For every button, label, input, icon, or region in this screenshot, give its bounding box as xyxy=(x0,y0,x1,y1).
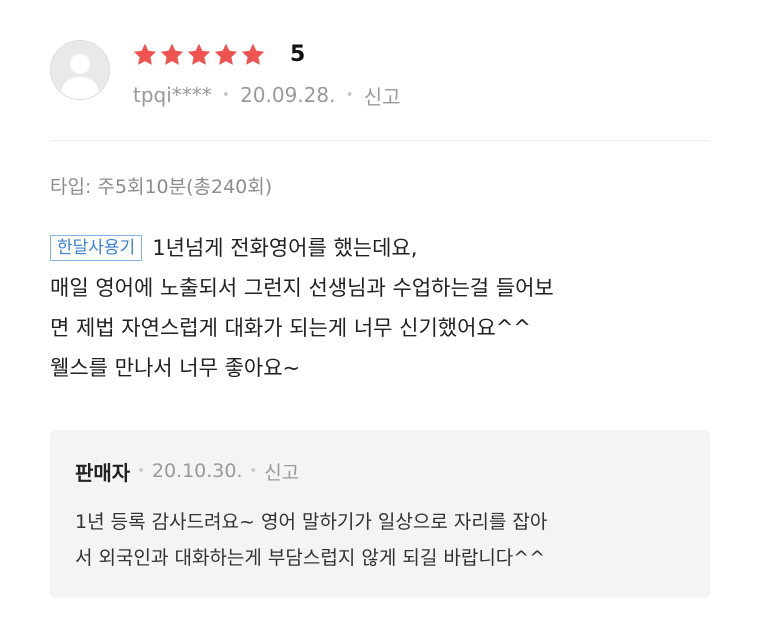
subscription-type: 타입: 주5회10분(총240회) xyxy=(50,176,273,198)
review-line: 면 제법 자연스럽게 대화가 되는게 너무 신기했어요^^ xyxy=(50,316,531,340)
review-line: 한달사용기 1년넘게 전화영어를 했는데요, xyxy=(50,228,730,268)
seller-name: 판매자 xyxy=(75,460,131,485)
star-rating xyxy=(132,38,267,72)
seller-reply-date: 20.10.30. xyxy=(151,460,243,482)
dot-icon: • xyxy=(345,87,354,103)
reviewer-id: tpqi**** xyxy=(133,83,212,107)
review-date: 20.09.28. xyxy=(240,83,336,107)
star-icon xyxy=(214,43,238,65)
reply-line: 서 외국인과 대화하는게 부담스럽지 않게 되길 바랍니다^^ xyxy=(75,547,546,569)
user-silhouette-icon xyxy=(51,41,109,99)
star-icon xyxy=(160,43,184,65)
star-icon xyxy=(241,43,265,65)
review-tag: 한달사용기 xyxy=(50,235,143,261)
seller-reply: 판매자 • 20.10.30. • 신고 1년 등록 감사드려요~ 영어 말하기… xyxy=(50,430,710,598)
seller-reply-body: 1년 등록 감사드려요~ 영어 말하기가 일상으로 자리를 잡아 서 외국인과 … xyxy=(75,504,695,576)
divider xyxy=(50,140,710,141)
review-body: 한달사용기 1년넘게 전화영어를 했는데요, 매일 영어에 노출되서 그런지 선생… xyxy=(50,228,730,388)
review-card: 5 tpqi**** • 20.09.28. • 신고 타입: 주5회10분(총… xyxy=(0,0,758,626)
avatar xyxy=(50,40,110,100)
rating-score: 5 xyxy=(290,42,306,67)
star-icon xyxy=(187,43,211,65)
report-link[interactable]: 신고 xyxy=(364,81,401,110)
dot-icon: • xyxy=(221,87,231,103)
seller-reply-header: 판매자 • 20.10.30. • 신고 xyxy=(75,456,299,486)
review-line: 웰스를 만나서 너무 좋아요~ xyxy=(50,356,301,380)
dot-icon: • xyxy=(249,463,258,479)
review-line: 매일 영어에 노출되서 그런지 선생님과 수업하는걸 들어보 xyxy=(50,276,554,300)
dot-icon: • xyxy=(137,463,145,479)
star-icon xyxy=(133,43,157,65)
seller-report-link[interactable]: 신고 xyxy=(264,458,299,485)
reply-line: 1년 등록 감사드려요~ 영어 말하기가 일상으로 자리를 잡아 xyxy=(75,511,548,533)
review-meta: tpqi**** • 20.09.28. • 신고 xyxy=(133,80,401,110)
